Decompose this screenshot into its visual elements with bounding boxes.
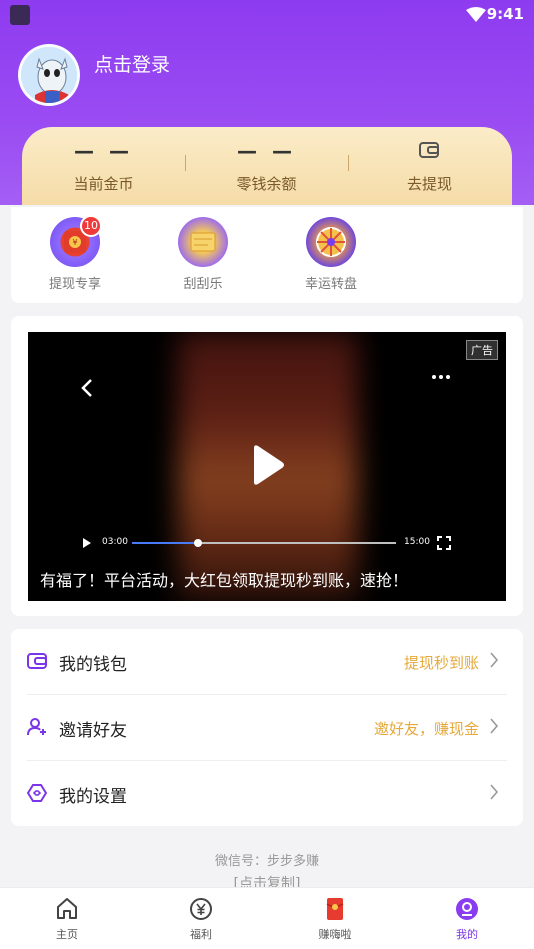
entry-scratch-card[interactable]: 刮刮乐 bbox=[158, 217, 248, 292]
svg-text:¥: ¥ bbox=[72, 238, 77, 247]
entry-badge: 10 bbox=[80, 215, 102, 237]
menu-hint: 邀好友，赚现金 bbox=[373, 720, 479, 738]
entry-lucky-wheel[interactable]: 幸运转盘 bbox=[286, 217, 376, 292]
withdraw-button[interactable]: 去提现 bbox=[348, 127, 511, 205]
balance-value: — — bbox=[237, 139, 296, 163]
settings-icon bbox=[27, 784, 47, 802]
coins-block[interactable]: — — 当前金币 bbox=[22, 127, 185, 205]
chevron-right-icon bbox=[490, 718, 499, 734]
entry-label: 幸运转盘 bbox=[304, 277, 357, 292]
tab-label: 主页 bbox=[56, 928, 78, 941]
balance-label: 零钱余额 bbox=[236, 175, 297, 193]
time-total: 15:00 bbox=[404, 537, 430, 547]
menu-item-settings[interactable]: 我的设置 bbox=[11, 761, 523, 826]
video-controls: 03:00 15:00 bbox=[82, 535, 452, 551]
chevron-right-icon bbox=[490, 784, 499, 800]
entry-label: 刮刮乐 bbox=[183, 277, 223, 292]
tab-label: 赚嗨啦 bbox=[318, 928, 352, 941]
chevron-right-icon bbox=[490, 652, 499, 668]
video-caption: 有福了！平台活动，大红包领取提现秒到账，速抢！ bbox=[40, 571, 409, 590]
red-packet-icon bbox=[326, 898, 344, 920]
video-ad-card: 广告 03:00 15:00 有福了！平台活动，大红包领取提现秒到账，速抢！ bbox=[11, 316, 523, 616]
menu-list: 我的钱包 提现秒到账 邀请好友 邀好友，赚现金 我的设置 bbox=[11, 629, 523, 826]
tab-label: 福利 bbox=[190, 928, 212, 941]
tab-home[interactable]: 主页 bbox=[27, 896, 107, 942]
time-current: 03:00 bbox=[102, 537, 128, 547]
scratch-card-icon bbox=[178, 217, 228, 267]
menu-label: 我的钱包 bbox=[59, 655, 127, 675]
balance-block[interactable]: — — 零钱余额 bbox=[185, 127, 348, 205]
tab-label: 我的 bbox=[456, 928, 478, 941]
wheel-icon bbox=[306, 217, 356, 267]
play-icon[interactable] bbox=[248, 444, 286, 486]
progress-fill bbox=[132, 542, 198, 544]
back-icon[interactable] bbox=[80, 378, 94, 398]
fullscreen-icon[interactable] bbox=[437, 536, 451, 550]
menu-item-invite[interactable]: 邀请好友 邀好友，赚现金 bbox=[11, 695, 523, 760]
more-icon[interactable] bbox=[431, 374, 451, 380]
withdraw-label: 去提现 bbox=[406, 175, 452, 193]
user-icon bbox=[456, 898, 478, 920]
entry-label: 提现专享 bbox=[48, 277, 101, 292]
wallet-icon bbox=[27, 653, 47, 669]
tab-earn[interactable]: 赚嗨啦 bbox=[295, 896, 375, 942]
wechat-id: 微信号：步步多赚 bbox=[214, 854, 319, 869]
status-bar: 9:41 bbox=[0, 0, 534, 30]
avatar[interactable] bbox=[18, 44, 80, 106]
progress-knob[interactable] bbox=[194, 539, 202, 547]
ad-tag: 广告 bbox=[466, 340, 498, 360]
menu-hint: 提现秒到账 bbox=[403, 654, 479, 672]
status-time: 9:41 bbox=[486, 5, 524, 23]
bottom-tab-bar: 主页 福利 赚嗨啦 我的 bbox=[0, 887, 534, 949]
add-user-icon bbox=[27, 718, 46, 736]
home-icon bbox=[57, 898, 77, 919]
entry-withdraw-exclusive[interactable]: ¥ 10 提现专享 bbox=[30, 215, 120, 292]
wallet-icon bbox=[419, 142, 439, 158]
wifi-icon bbox=[466, 7, 486, 22]
tab-mine[interactable]: 我的 bbox=[427, 896, 507, 942]
tab-welfare[interactable]: 福利 bbox=[161, 896, 241, 942]
menu-item-wallet[interactable]: 我的钱包 提现秒到账 bbox=[11, 629, 523, 694]
wallet-summary-card: — — 当前金币 — — 零钱余额 去提现 bbox=[22, 127, 512, 205]
coins-label: 当前金币 bbox=[73, 175, 134, 193]
mini-play-icon[interactable] bbox=[82, 538, 92, 548]
quick-entries: ¥ 10 提现专享 刮刮乐 幸运转盘 bbox=[11, 207, 523, 303]
login-link[interactable]: 点击登录 bbox=[94, 50, 170, 77]
video-player[interactable]: 广告 03:00 15:00 有福了！平台活动，大红包领取提现秒到账，速抢！ bbox=[28, 332, 506, 601]
menu-label: 邀请好友 bbox=[59, 721, 127, 741]
red-packet-icon: ¥ 10 bbox=[50, 215, 102, 267]
notification-icon bbox=[10, 5, 30, 25]
coins-value: — — bbox=[74, 139, 133, 163]
yuan-coin-icon bbox=[190, 898, 212, 920]
progress-bar[interactable] bbox=[132, 539, 396, 547]
menu-label: 我的设置 bbox=[59, 787, 127, 807]
